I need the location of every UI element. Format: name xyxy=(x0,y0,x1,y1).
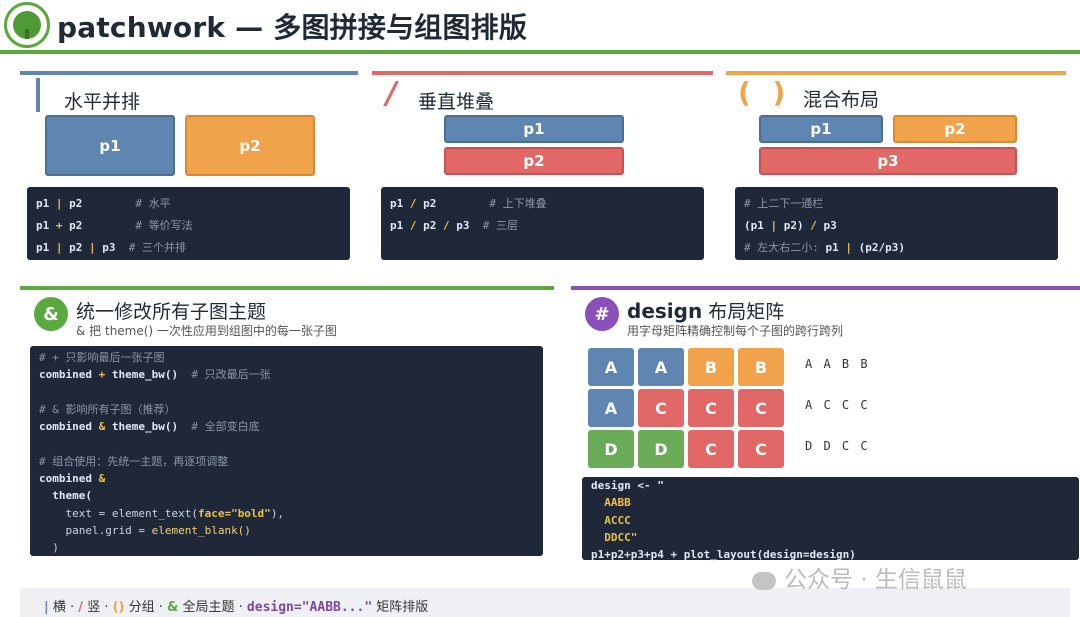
code-design: design <- " AABB ACCC DDCC" p1+p2+p3+p4 … xyxy=(582,477,1079,561)
grid-row-label: D D C C xyxy=(805,439,870,453)
box-p3: p3 xyxy=(759,147,1017,175)
box-p2: p2 xyxy=(185,115,315,176)
code-vertical: p1 / p2 # 上下堆叠 p1 / p2 / p3 # 三层 xyxy=(381,187,704,260)
design-section-subtitle: 用字母矩阵精确控制每个子图的跨行跨列 xyxy=(627,324,844,338)
panel-horizontal-bar xyxy=(20,71,358,75)
grid-row-label: A C C C xyxy=(805,398,870,412)
grid-cell-a: A xyxy=(588,348,634,386)
theme-section-title: 统一修改所有子图主题 xyxy=(76,301,267,323)
grid-cell-d: D xyxy=(588,430,634,468)
page-title: patchwork — 多图拼接与组图排版 xyxy=(57,11,528,44)
grid-cell-b: B xyxy=(688,348,734,386)
box-p1: p1 xyxy=(45,115,175,176)
panel-horizontal-label: 水平并排 xyxy=(64,91,141,113)
panel-horizontal-marker xyxy=(36,78,40,112)
panel-vertical-label: 垂直堆叠 xyxy=(418,91,495,113)
footer-text: 分组 · xyxy=(128,600,163,615)
theme-section-subtitle: & 把 theme() 一次性应用到组图中的每一张子图 xyxy=(76,324,337,338)
panel-mixed-bar xyxy=(726,71,1066,75)
grid-cell-d: D xyxy=(638,430,684,468)
grid-cell-c: C xyxy=(738,430,784,468)
grid-cell-c: C xyxy=(688,430,734,468)
grid-cell-a: A xyxy=(588,389,634,427)
box-p1: p1 xyxy=(759,115,883,143)
code-mixed: # 上二下一通栏 (p1 | p2) / p3 # 左大右二小: p1 | (p… xyxy=(735,187,1058,260)
theme-section-bar xyxy=(20,286,554,290)
box-p1: p1 xyxy=(444,115,624,143)
footer-bar-symbol: | xyxy=(44,600,49,615)
design-section-bar xyxy=(571,286,1080,290)
code-horizontal: p1 | p2 # 水平 p1 + p2 # 等价写法 p1 | p2 | p3… xyxy=(27,187,350,260)
grid-cell-c: C xyxy=(738,389,784,427)
footer-text: 横 · xyxy=(52,600,75,615)
header-divider xyxy=(0,50,1080,54)
footer-slash-symbol: / xyxy=(78,600,84,615)
footer-text: 竖 · xyxy=(87,600,109,615)
slash-symbol: / xyxy=(386,76,397,111)
design-section-title: design 布局矩阵 xyxy=(627,297,784,324)
logo xyxy=(4,2,50,48)
parentheses-symbol: ( ) xyxy=(738,76,792,109)
ampersand-icon: & xyxy=(34,297,68,331)
hash-icon: # xyxy=(585,297,619,331)
footer-text: 矩阵排版 xyxy=(376,600,429,615)
grid-cell-c: C xyxy=(638,389,684,427)
grid-cell-a: A xyxy=(638,348,684,386)
wechat-icon xyxy=(752,571,776,590)
panel-vertical-bar xyxy=(372,71,713,75)
watermark: 公众号 · 生信鼠鼠 xyxy=(752,560,967,594)
footer-paren-symbol: () xyxy=(112,600,125,615)
footer-amp-symbol: & xyxy=(167,600,179,615)
grid-cell-c: C xyxy=(688,389,734,427)
box-p2: p2 xyxy=(444,147,624,175)
grid-row-label: A A B B xyxy=(805,357,870,371)
footer-text: 全局主题 · xyxy=(182,600,243,615)
grid-cell-b: B xyxy=(738,348,784,386)
box-p2: p2 xyxy=(893,115,1017,143)
design-keyword: design xyxy=(627,299,703,323)
watermark-text: 公众号 · 生信鼠鼠 xyxy=(784,567,967,593)
tree-icon xyxy=(13,11,41,39)
panel-mixed-label: 混合布局 xyxy=(803,89,880,111)
footer-design-code: design="AABB..." xyxy=(246,600,373,615)
code-theme: # + 只影响最后一张子图 combined + theme_bw() # 只改… xyxy=(30,346,543,556)
design-title-rest: 布局矩阵 xyxy=(708,301,785,323)
footer-summary: | 横 · / 竖 · () 分组 · & 全局主题 · design="AAB… xyxy=(44,596,428,615)
